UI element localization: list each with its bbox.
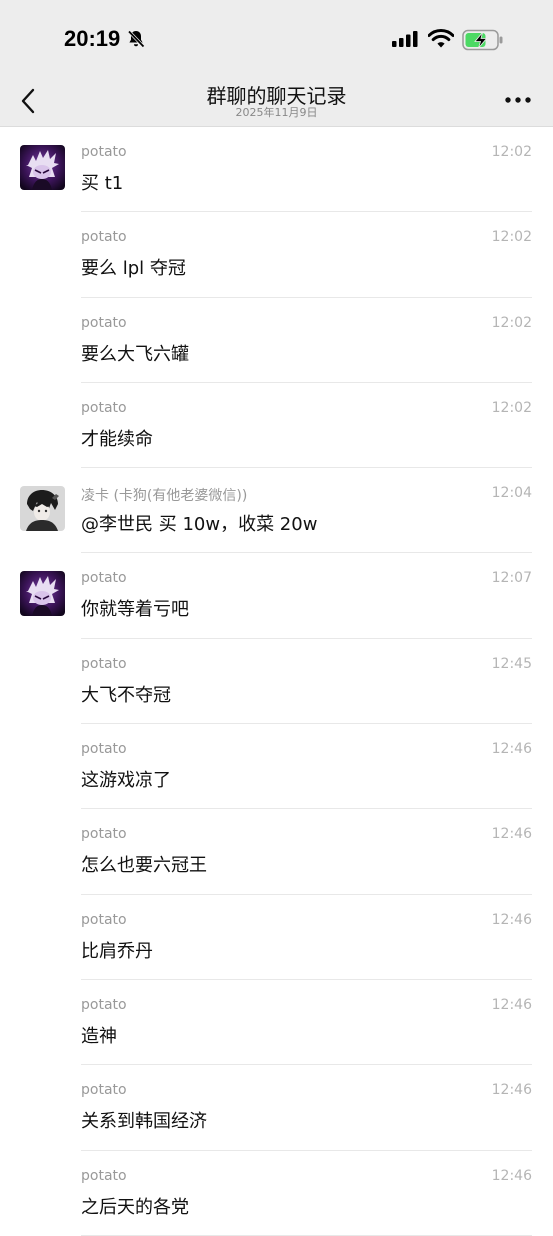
avatar-potato-image [20,145,65,190]
message-time: 12:46 [491,996,532,1013]
sender-name: potato [81,655,127,672]
message-row[interactable]: potato 12:46 造神 [0,980,553,1066]
message-row[interactable]: potato 12:46 这游戏凉了 [0,724,553,810]
message-time: 12:02 [491,144,532,160]
sender-name: potato [81,826,127,843]
sender-name: potato [81,399,127,416]
message-time: 12:46 [491,741,532,758]
sender-name: potato [81,229,127,246]
message-time: 12:02 [491,314,532,331]
message-row[interactable]: potato 12:46 怎么也要六冠王 [0,809,553,895]
message-time: 12:07 [491,570,532,587]
battery-charging-icon [462,29,503,51]
message-text: 才能续命 [81,428,153,450]
message-text: 要么 lpl 夺冠 [81,258,186,280]
message-row[interactable]: potato 12:02 买 t1 [0,127,553,213]
message-row[interactable]: potato 12:07 你就等着亏吧 [0,553,553,639]
avatar-potato-image [20,571,65,617]
sender-name: potato [81,1167,127,1184]
cellular-signal-icon [392,31,418,47]
message-list: potato 12:02 买 t1 potato 12:02 要么 lpl 夺冠 potat… [0,127,553,1236]
message-row[interactable]: potato 12:46 之后天的各党 [0,1151,553,1236]
sender-name: potato [81,1082,127,1099]
message-text: 之后天的各党 [81,1196,189,1218]
sender-name: potato [81,996,127,1013]
status-time: 20:19 [64,26,121,51]
sender-name: potato [81,144,127,160]
message-row[interactable]: potato 12:02 要么大飞六罐 [0,298,553,383]
sender-name: potato [81,314,127,331]
message-text: 造神 [81,1025,117,1047]
sender-name: 凌卡 (卡狗(有他老婆微信)) [81,488,248,505]
message-time: 12:02 [491,229,532,246]
message-text: 关系到韩国经济 [81,1111,207,1133]
status-bar: 20:19 [0,0,553,80]
message-text: 怎么也要六冠王 [81,855,207,877]
message-time: 12:46 [491,826,532,843]
message-time: 12:46 [491,911,532,928]
message-row[interactable]: potato 12:46 关系到韩国经济 [0,1065,553,1151]
message-time: 12:46 [491,1167,532,1184]
avatar[interactable] [20,145,65,190]
message-text: @李世民 买 10w，收菜 20w [81,514,318,536]
page-subtitle-date: 2025年11月9日 [235,106,318,119]
message-text: 大飞不夺冠 [81,684,171,706]
message-time: 12:04 [491,485,532,502]
message-text: 比肩乔丹 [81,940,153,962]
avatar[interactable] [20,571,65,617]
bell-muted-icon [127,30,145,48]
sender-name: potato [81,741,127,758]
avatar[interactable] [20,486,65,532]
message-time: 12:45 [491,655,532,672]
message-text: 这游戏凉了 [81,770,171,792]
message-time: 12:46 [491,1082,532,1099]
message-row[interactable]: 凌卡 (卡狗(有他老婆微信)) 12:04 @李世民 买 10w，收菜 20w [0,468,553,554]
sender-name: potato [81,570,127,587]
message-text: 买 t1 [81,173,124,194]
more-options-icon[interactable] [505,95,531,105]
sender-name: potato [81,911,127,928]
avatar-lingka-image [20,486,65,532]
message-text: 要么大飞六罐 [81,343,189,365]
message-row[interactable]: potato 12:45 大飞不夺冠 [0,639,553,725]
message-row[interactable]: potato 12:46 比肩乔丹 [0,895,553,980]
wifi-icon [428,29,454,48]
nav-bar: 群聊的聊天记录 2025年11月9日 [0,80,553,127]
message-row[interactable]: potato 12:02 要么 lpl 夺冠 [0,212,553,298]
message-row[interactable]: potato 12:02 才能续命 [0,383,553,469]
message-text: 你就等着亏吧 [81,599,189,621]
message-time: 12:02 [491,399,532,416]
